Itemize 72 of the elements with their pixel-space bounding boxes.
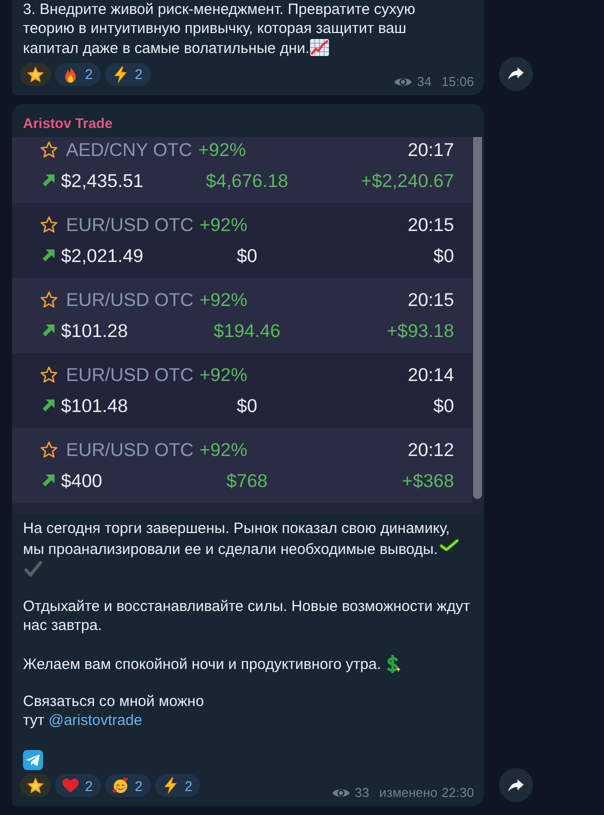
trade-amount: $0 <box>433 394 454 418</box>
message-text: мы проанализировали ее и сделали необходимые выводы. <box>23 541 438 558</box>
eye-icon <box>394 76 412 88</box>
check-icon <box>24 561 42 578</box>
asset-name: EUR/USD OTC <box>66 212 194 237</box>
fire-icon <box>62 66 79 83</box>
edited-label: изменено <box>379 785 438 802</box>
paper-plane-icon <box>23 750 43 770</box>
share-button[interactable] <box>499 768 533 802</box>
payout-percent: +92% <box>199 212 248 237</box>
message-time: 15:06 <box>441 74 474 90</box>
reaction-button[interactable] <box>20 62 51 86</box>
trade-amount: $2,021.49 <box>61 244 144 268</box>
payout-percent: +92% <box>199 438 248 462</box>
payout-percent: +92% <box>199 288 248 312</box>
trade-amount: +$368 <box>402 468 454 493</box>
trade-amount: $101.28 <box>61 318 128 343</box>
share-button[interactable] <box>499 56 533 91</box>
trade-time: 20:12 <box>408 438 454 462</box>
trade-amount: $0 <box>236 394 258 418</box>
lightning-icon <box>112 66 129 83</box>
reaction-button[interactable]: 2 <box>154 774 200 798</box>
share-icon <box>508 778 524 792</box>
trade-amount: $2,435.51 <box>61 168 144 193</box>
payout-percent: +92% <box>198 138 246 162</box>
asset-name: EUR/USD OTC <box>66 438 194 462</box>
message-text: Отдыхайте и восстанавливайте силы. Новые возможности ждут <box>23 598 470 617</box>
message-text: 3. Внедрите живой риск-менеджмент. Превратите сухую <box>23 1 416 20</box>
message-text: тут <box>23 712 44 730</box>
message-text: теорию в интуитивную привычку, которая защитит ваш <box>23 20 406 39</box>
trade-amount: +$2,240.67 <box>360 168 454 193</box>
message-text: Желаем вам спокойной ночи и продуктивного утра. <box>23 656 382 673</box>
dollar-icon <box>384 654 402 673</box>
trade-amount: $0 <box>236 244 258 268</box>
asset-name: AED/CNY OTC <box>66 138 192 162</box>
view-count: 34 <box>416 74 432 90</box>
trade-time: 20:15 <box>408 288 454 312</box>
reaction-button[interactable]: 2 <box>104 62 151 86</box>
message-text: Связаться со мной можно <box>23 693 204 712</box>
reaction-button[interactable]: 2 <box>55 62 101 86</box>
share-icon <box>508 67 524 80</box>
star-icon <box>27 777 44 794</box>
trade-amount: $101.48 <box>61 394 128 418</box>
author-name[interactable]: Aristov Trade <box>23 114 112 132</box>
reaction-button[interactable]: 2 <box>104 774 151 798</box>
reaction-button[interactable] <box>20 774 51 798</box>
star-icon <box>27 66 44 83</box>
username-link[interactable]: @aristovtrade <box>48 712 142 730</box>
trade-amount: $768 <box>226 468 268 493</box>
message-text: нас завтра. <box>23 616 102 634</box>
heart-icon <box>62 777 79 794</box>
message-time: 22:30 <box>441 785 474 802</box>
message-text: капитал даже в самые волатильные дни. <box>23 40 310 57</box>
reaction-button[interactable]: 2 <box>55 774 101 798</box>
trade-time: 20:14 <box>408 362 454 387</box>
trade-time: 20:17 <box>408 138 454 162</box>
message-text: На сегодня торги завершены. Рынок показал свою динамику, <box>23 520 450 540</box>
trade-amount: $4,676.18 <box>206 168 288 193</box>
eye-icon <box>332 787 350 800</box>
chart-icon <box>310 38 330 56</box>
payout-percent: +92% <box>199 362 248 387</box>
asset-name: EUR/USD OTC <box>66 288 194 312</box>
lightning-icon <box>162 777 179 794</box>
trade-amount: $400 <box>61 468 102 493</box>
tick-icon <box>438 539 459 552</box>
trade-amount: +$93.18 <box>386 318 454 343</box>
trade-amount: $194.46 <box>214 318 280 343</box>
asset-name: EUR/USD OTC <box>66 362 194 387</box>
trade-time: 20:15 <box>408 212 454 237</box>
trade-amount: $0 <box>433 244 454 268</box>
smiling-face-icon <box>112 777 129 794</box>
view-count: 33 <box>354 785 370 802</box>
